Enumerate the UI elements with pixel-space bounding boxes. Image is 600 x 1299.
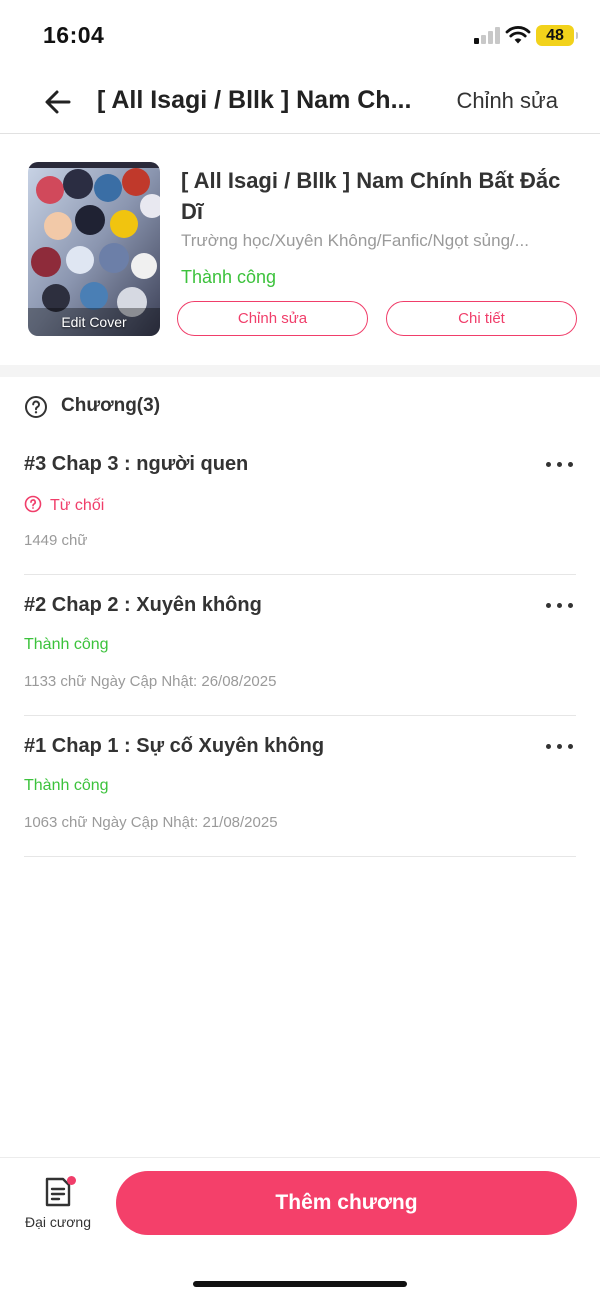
chapter-title: #2 Chap 2 : Xuyên không bbox=[24, 594, 262, 616]
status-bar: 16:04 48 bbox=[0, 0, 600, 70]
rejected-help-icon bbox=[24, 495, 42, 513]
back-button[interactable] bbox=[38, 82, 78, 122]
book-card: Edit Cover [ All Isagi / Bllk ] Nam Chín… bbox=[0, 135, 600, 365]
book-title: [ All Isagi / Bllk ] Nam Chính Bất Đắc D… bbox=[181, 168, 561, 224]
chapter-meta: 1449 chữ bbox=[24, 532, 88, 549]
book-cover[interactable]: Edit Cover bbox=[28, 162, 160, 336]
chapter-status: Từ chối bbox=[24, 495, 104, 515]
edit-cover-label: Edit Cover bbox=[61, 314, 127, 330]
chapter-status: Thành công bbox=[24, 636, 109, 653]
wifi-icon bbox=[505, 26, 531, 44]
book-status: Thành công bbox=[181, 267, 277, 287]
section-divider bbox=[0, 365, 600, 377]
arrow-left-icon bbox=[45, 90, 71, 114]
chapter-item[interactable]: #2 Chap 2 : Xuyên không Thành công 1133 … bbox=[24, 576, 576, 716]
nav-bar: [ All Isagi / Bllk ] Nam Ch... Chỉnh sửa bbox=[0, 70, 600, 134]
chapter-status-text: Từ chối bbox=[50, 497, 105, 514]
chapter-title: #3 Chap 3 : người quen bbox=[24, 453, 249, 475]
chapter-item[interactable]: #1 Chap 1 : Sự cố Xuyên không Thành công… bbox=[24, 717, 576, 857]
edit-book-button[interactable]: Chỉnh sửa bbox=[177, 301, 368, 336]
outline-label: Đại cương bbox=[24, 1214, 92, 1230]
more-options-icon[interactable] bbox=[544, 451, 576, 477]
chapter-title: #1 Chap 1 : Sự cố Xuyên không bbox=[24, 735, 325, 757]
book-detail-button[interactable]: Chi tiết bbox=[386, 301, 577, 336]
bottom-bar: Đại cương Thêm chương bbox=[0, 1157, 600, 1299]
outline-button[interactable]: Đại cương bbox=[18, 1173, 98, 1235]
chapter-status: Thành công bbox=[24, 777, 109, 794]
page-title: [ All Isagi / Bllk ] Nam Ch... bbox=[97, 86, 412, 114]
cover-artwork-image bbox=[28, 162, 160, 336]
status-time: 16:04 bbox=[43, 22, 105, 48]
add-chapter-button[interactable]: Thêm chương bbox=[116, 1171, 577, 1235]
battery-indicator: 48 bbox=[536, 25, 578, 46]
notification-dot bbox=[67, 1176, 76, 1185]
chapter-meta: 1063 chữ Ngày Cập Nhật: 21/08/2025 bbox=[24, 814, 278, 831]
more-options-icon[interactable] bbox=[544, 733, 576, 759]
chapter-item[interactable]: #3 Chap 3 : người quen Từ chối 1449 chữ bbox=[24, 435, 576, 575]
cellular-signal-icon bbox=[474, 27, 500, 44]
more-options-icon[interactable] bbox=[544, 592, 576, 618]
help-circle-icon[interactable] bbox=[24, 395, 48, 419]
chapter-meta: 1133 chữ Ngày Cập Nhật: 26/08/2025 bbox=[24, 673, 277, 690]
book-genres: Trường học/Xuyên Không/Fanfic/Ngọt sủng/… bbox=[181, 231, 529, 250]
edit-button[interactable]: Chỉnh sửa bbox=[456, 88, 558, 114]
home-indicator bbox=[193, 1281, 407, 1287]
chapters-title: Chương(3) bbox=[61, 395, 161, 416]
